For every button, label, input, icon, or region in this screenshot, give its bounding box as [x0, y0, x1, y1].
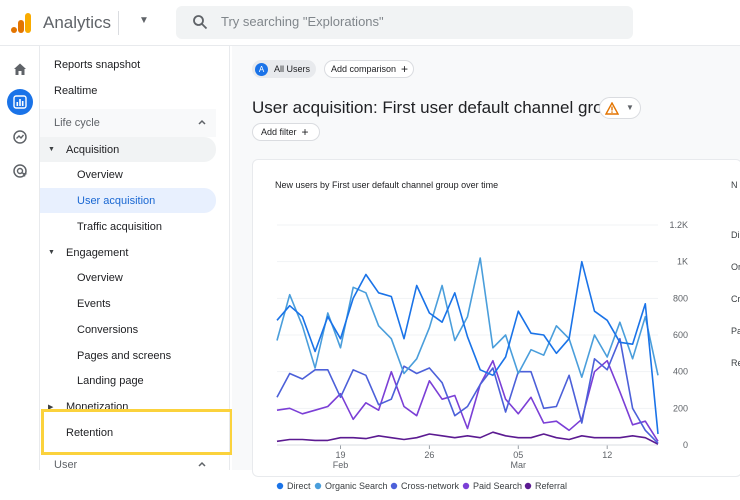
- table-row-cut: Cr: [731, 294, 740, 304]
- y-tick-label: 1.2K: [669, 220, 688, 230]
- app-name: Analytics: [43, 13, 112, 32]
- warning-icon: [605, 102, 619, 115]
- series-line-paid-search[interactable]: [276, 359, 659, 442]
- nav-engagement-overview[interactable]: Overview: [77, 265, 216, 290]
- chart-card: New users by First user default channel …: [252, 159, 740, 491]
- y-tick-label: 800: [673, 293, 688, 303]
- explore-icon[interactable]: [7, 124, 33, 150]
- chevron-down-icon: ▼: [626, 103, 634, 112]
- legend-label[interactable]: Referral: [535, 481, 567, 491]
- comparison-badge: A: [255, 62, 268, 76]
- legend-dot: [462, 482, 470, 490]
- analytics-logo[interactable]: [10, 12, 32, 34]
- report-status-button[interactable]: ▼: [599, 97, 641, 119]
- nav-traffic-acquisition[interactable]: Traffic acquisition: [77, 214, 216, 239]
- plus-icon: +: [301, 125, 309, 139]
- y-tick-label: 600: [673, 330, 688, 340]
- nav-label: Overview: [77, 271, 123, 284]
- x-tick-label: 05: [513, 450, 523, 460]
- topbar-divider: [118, 11, 119, 35]
- y-tick-label: 1K: [677, 257, 688, 267]
- chip-label: Add comparison: [331, 64, 397, 74]
- x-tick-month: Mar: [511, 460, 527, 470]
- nav-landing-page[interactable]: Landing page: [77, 368, 216, 393]
- top-bar: Analytics ▼ Try searching "Explorations": [0, 0, 740, 46]
- x-tick-label: 12: [602, 450, 612, 460]
- section-lifecycle[interactable]: Life cycle: [40, 109, 216, 137]
- chip-label: Add filter: [261, 127, 297, 137]
- table-row-cut: Pa: [731, 326, 740, 336]
- x-tick-label: 19: [335, 450, 345, 460]
- series-line-organic-search[interactable]: [276, 257, 659, 378]
- nav-acquisition[interactable]: ▼ Acquisition: [40, 137, 216, 162]
- account-dropdown-icon[interactable]: ▼: [139, 15, 149, 26]
- nav-reports-snapshot[interactable]: Reports snapshot: [54, 52, 229, 77]
- retention-highlight: [41, 409, 233, 455]
- x-tick-label: 26: [424, 450, 434, 460]
- chevron-up-icon: [198, 119, 206, 125]
- section-label: User: [54, 459, 78, 470]
- nav-label: Realtime: [54, 84, 98, 97]
- x-tick-month: Feb: [333, 460, 349, 470]
- nav-label: User acquisition: [77, 194, 156, 207]
- nav-label: Events: [77, 297, 111, 310]
- chip-label: All Users: [274, 64, 311, 74]
- nav-user-acquisition[interactable]: User acquisition: [40, 188, 216, 213]
- legend-dot: [276, 482, 284, 490]
- legend-dot: [390, 482, 398, 490]
- nav-label: Traffic acquisition: [77, 220, 162, 233]
- reports-icon[interactable]: [7, 89, 33, 115]
- caret-down-icon: ▼: [48, 146, 55, 153]
- nav-realtime[interactable]: Realtime: [54, 78, 229, 103]
- legend-label[interactable]: Paid Search: [473, 481, 522, 491]
- nav-label: Landing page: [77, 374, 144, 387]
- reports-nav: Reports snapshot Realtime Life cycle ▼ A…: [40, 46, 230, 470]
- nav-label: Pages and screens: [77, 349, 172, 362]
- table-row-cut: Re: [731, 358, 740, 368]
- legend-label[interactable]: Organic Search: [325, 481, 388, 491]
- add-filter-button[interactable]: Add filter +: [252, 123, 320, 141]
- series-line-referral[interactable]: [276, 431, 659, 445]
- nav-conversions[interactable]: Conversions: [77, 317, 216, 342]
- table-row-cut: Di: [731, 230, 740, 240]
- y-tick-label: 0: [683, 440, 688, 450]
- search-placeholder: Try searching "Explorations": [221, 14, 384, 29]
- line-chart: 1.2K 1K 800 600 400 200 0 19Feb 26 05Mar 12 Direct O…: [276, 220, 688, 491]
- table-header-cut: N: [731, 180, 738, 190]
- caret-down-icon: ▼: [48, 249, 55, 256]
- nav-label: Acquisition: [66, 143, 120, 156]
- nav-pages-and-screens[interactable]: Pages and screens: [77, 343, 216, 368]
- search-bar[interactable]: Try searching "Explorations": [176, 6, 633, 39]
- search-icon: [193, 15, 208, 30]
- nav-events[interactable]: Events: [77, 291, 216, 316]
- advertising-icon[interactable]: [7, 158, 33, 184]
- legend-dot: [524, 482, 532, 490]
- page-title: User acquisition: First user default cha…: [252, 98, 622, 117]
- main-content: A All Users Add comparison + User acquis…: [232, 46, 740, 491]
- nav-acquisition-overview[interactable]: Overview: [77, 162, 216, 187]
- legend-label[interactable]: Cross-network: [401, 481, 460, 491]
- y-tick-label: 400: [673, 367, 688, 377]
- all-users-chip[interactable]: A All Users: [252, 60, 316, 78]
- add-comparison-button[interactable]: Add comparison +: [324, 60, 414, 78]
- nav-label: Conversions: [77, 323, 139, 336]
- chevron-up-icon: [198, 461, 206, 467]
- y-tick-label: 200: [673, 403, 688, 413]
- nav-engagement[interactable]: ▼ Engagement: [40, 240, 216, 265]
- nav-label: Overview: [77, 168, 123, 181]
- icon-rail: [0, 46, 40, 470]
- nav-label: Reports snapshot: [54, 58, 141, 71]
- legend-dot: [314, 482, 322, 490]
- section-label: Life cycle: [54, 117, 100, 129]
- home-icon[interactable]: [7, 56, 33, 82]
- legend-label[interactable]: Direct: [287, 481, 311, 491]
- table-row-cut: Or: [731, 262, 740, 272]
- plus-icon: +: [401, 62, 409, 76]
- nav-label: Engagement: [66, 246, 129, 259]
